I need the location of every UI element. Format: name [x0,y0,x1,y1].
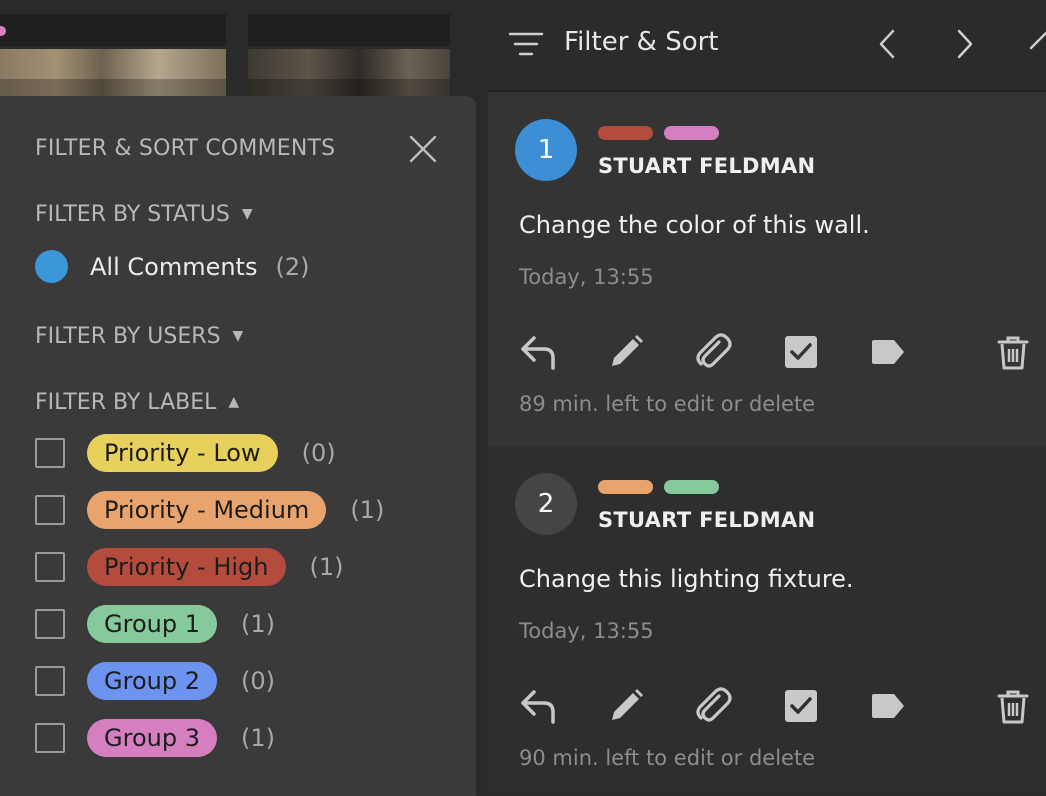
filter-by-status-toggle[interactable]: FILTER BY STATUS ▼ [35,202,253,227]
label-filter-row[interactable]: Group 3 (1) [35,718,275,758]
label-pill: Group 1 [87,605,217,643]
viewport-thumbnail-1[interactable] [0,49,226,97]
comment-text: Change the color of this wall. [519,211,870,239]
filter-by-label-toggle[interactable]: FILTER BY LABEL ▲ [35,390,239,415]
label-tag-icon[interactable] [868,686,908,726]
chevron-right-icon[interactable] [954,28,976,64]
filter-by-users-label: FILTER BY USERS [35,324,221,349]
comments-header: Filter & Sort [488,0,1046,92]
comments-panel: Filter & Sort 1 STUART FELDMAN Change th… [488,0,1046,791]
label-checkbox[interactable] [35,666,65,696]
comment-author: STUART FELDMAN [598,154,816,178]
caret-up-icon: ▲ [228,394,240,410]
label-pill: Priority - High [87,548,286,586]
label-tag-icon[interactable] [868,332,908,372]
caret-down-icon: ▼ [241,206,253,222]
comment-timestamp: Today, 13:55 [519,265,654,289]
paperclip-icon[interactable] [693,686,733,726]
label-filter-row[interactable]: Priority - Low (0) [35,433,336,473]
comment-timestamp: Today, 13:55 [519,619,654,643]
close-icon[interactable] [408,134,438,164]
label-count: (1) [350,496,385,524]
comment-number-badge: 1 [515,119,577,181]
comment-author: STUART FELDMAN [598,508,816,532]
label-count: (1) [240,610,275,638]
label-tag-group-1 [664,480,719,494]
label-checkbox[interactable] [35,438,65,468]
trash-icon[interactable] [993,332,1033,372]
filter-by-users-toggle[interactable]: FILTER BY USERS ▼ [35,324,243,349]
edit-pencil-icon[interactable] [606,686,646,726]
status-radio[interactable] [35,250,68,283]
filter-by-status-label: FILTER BY STATUS [35,202,230,227]
caret-down-icon: ▼ [232,328,244,344]
label-filter-row[interactable]: Priority - High (1) [35,547,344,587]
label-checkbox[interactable] [35,609,65,639]
label-filter-row[interactable]: Priority - Medium (1) [35,490,384,530]
label-tag-priority-medium [598,480,653,494]
label-tag-priority-high [598,126,653,140]
label-filter-row[interactable]: Group 2 (0) [35,661,275,701]
thumbnail-strip-left [0,14,226,46]
label-count: (1) [240,724,275,752]
edit-time-note: 90 min. left to edit or delete [519,746,816,770]
label-pill: Group 2 [87,662,217,700]
label-pill: Priority - Low [87,434,278,472]
status-option-all-comments[interactable]: All Comments (2) [35,250,309,283]
reply-icon[interactable] [518,332,558,372]
comment-number-badge: 2 [515,473,577,535]
panel-title: Filter & Sort [564,27,719,57]
paperclip-icon[interactable] [693,332,733,372]
label-checkbox[interactable] [35,495,65,525]
thumbnail-strip-right [248,14,450,46]
label-tag-group-3 [664,126,719,140]
status-option-label: All Comments [90,252,258,281]
comment-card[interactable]: 1 STUART FELDMAN Change the color of thi… [488,92,1046,446]
edit-pencil-icon[interactable] [606,332,646,372]
label-filter-row[interactable]: Group 1 (1) [35,604,275,644]
label-checkbox[interactable] [35,723,65,753]
comment-text: Change this lighting fixture. [519,565,854,593]
trash-icon[interactable] [993,686,1033,726]
label-pill: Priority - Medium [87,491,327,529]
reply-icon[interactable] [518,686,558,726]
checkbox-resolve-icon[interactable] [781,686,821,726]
edit-time-note: 89 min. left to edit or delete [519,392,816,416]
viewport-thumbnail-2[interactable] [248,49,450,97]
label-count: (1) [309,553,344,581]
filter-panel-title: FILTER & SORT COMMENTS [35,136,336,161]
filter-sort-panel: FILTER & SORT COMMENTS FILTER BY STATUS ▼… [0,96,476,796]
filter-by-label-label: FILTER BY LABEL [35,390,217,415]
label-count: (0) [301,439,336,467]
label-count: (0) [240,667,275,695]
expand-icon[interactable] [1028,28,1046,64]
label-checkbox[interactable] [35,552,65,582]
status-option-count: (2) [275,252,310,281]
filter-menu-icon[interactable] [508,30,544,62]
label-pill: Group 3 [87,719,217,757]
checkbox-resolve-icon[interactable] [781,332,821,372]
comment-card[interactable]: 2 STUART FELDMAN Change this lighting fi… [488,446,1046,791]
chevron-left-icon[interactable] [876,28,898,64]
